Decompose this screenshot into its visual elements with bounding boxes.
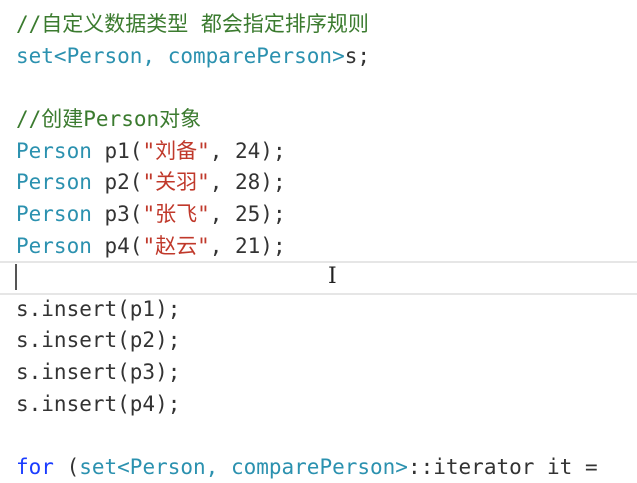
type-token: set<Person, comparePerson> (79, 455, 408, 479)
code-line[interactable]: //创建Person对象 (16, 104, 201, 135)
code-line[interactable]: Person p2("关羽", 28); (16, 167, 286, 198)
type-token: Person (16, 234, 92, 258)
string-token: "刘备" (142, 139, 210, 163)
string-token: "关羽" (142, 170, 210, 194)
plain-token: , 25); (209, 202, 286, 226)
type-token: set<Person, comparePerson> (16, 44, 345, 68)
code-editor[interactable]: //自定义数据类型 都会指定排序规则 set<Person, comparePer… (0, 0, 637, 483)
plain-token: s.insert(p1); (16, 297, 181, 321)
keyword-token: for (16, 455, 54, 479)
code-line[interactable]: s.insert(p3); (16, 357, 180, 388)
code-line[interactable]: Person p4("赵云", 21); (16, 231, 286, 262)
type-token: Person (16, 202, 92, 226)
code-line[interactable]: s.insert(p4); (16, 389, 180, 420)
ibeam-cursor-icon: I (328, 264, 337, 289)
plain-token: ( (53, 455, 80, 479)
code-line[interactable]: //自定义数据类型 都会指定排序规则 (16, 9, 369, 40)
string-token: "赵云" (142, 234, 210, 258)
plain-token: p4( (91, 234, 143, 258)
type-token: Person (16, 170, 92, 194)
comment-token: //自定义数据类型 都会指定排序规则 (16, 12, 369, 36)
plain-token: s.insert(p3); (16, 360, 181, 384)
plain-token: p3( (91, 202, 143, 226)
plain-token: s.insert(p4); (16, 392, 181, 416)
plain-token: s; (344, 44, 371, 68)
code-line[interactable]: set<Person, comparePerson>s; (16, 41, 370, 72)
comment-token: //创建Person对象 (16, 107, 202, 131)
code-line[interactable]: for (set<Person, comparePerson>::iterato… (16, 452, 598, 483)
code-line[interactable]: s.insert(p2); (16, 325, 180, 356)
current-line-highlight (0, 261, 637, 295)
plain-token: , 24); (209, 139, 286, 163)
code-line[interactable]: Person p1("刘备", 24); (16, 136, 286, 167)
text-caret (15, 264, 17, 290)
plain-token: , 28); (209, 170, 286, 194)
plain-token: p1( (91, 139, 143, 163)
code-line[interactable]: Person p3("张飞", 25); (16, 199, 286, 230)
plain-token: ::iterator it = (407, 455, 598, 479)
plain-token: p2( (91, 170, 143, 194)
plain-token: s.insert(p2); (16, 328, 181, 352)
string-token: "张飞" (142, 202, 210, 226)
type-token: Person (16, 139, 92, 163)
plain-token: , 21); (209, 234, 286, 258)
code-line[interactable]: s.insert(p1); (16, 294, 180, 325)
